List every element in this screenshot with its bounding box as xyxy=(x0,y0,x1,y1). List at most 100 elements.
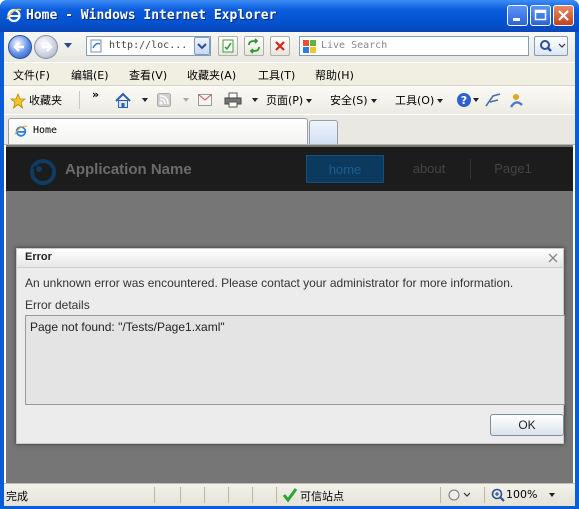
tab-title: Home xyxy=(33,125,58,136)
safety-menu-label: 安全(S) xyxy=(330,94,368,107)
minimize-icon xyxy=(513,18,520,21)
help-dropdown[interactable] xyxy=(473,98,479,102)
status-divider xyxy=(252,487,253,503)
close-button[interactable] xyxy=(553,5,574,26)
zoom-dropdown[interactable] xyxy=(549,493,555,497)
status-divider xyxy=(440,487,441,503)
error-details-box[interactable]: Page not found: "/Tests/Page1.xaml" xyxy=(25,315,565,405)
status-text: 完成 xyxy=(6,490,28,503)
arrow-left-icon xyxy=(13,42,24,52)
chevron-right-icon[interactable]: » xyxy=(92,88,99,101)
page-icon xyxy=(90,39,102,53)
menu-favorites[interactable]: 收藏夹(A) xyxy=(187,67,236,83)
svg-text:?: ? xyxy=(461,94,467,107)
dialog-title: Error xyxy=(25,251,52,263)
close-icon[interactable] xyxy=(547,252,559,264)
stop-icon xyxy=(275,41,285,51)
compatibility-icon xyxy=(222,39,234,53)
mail-icon[interactable] xyxy=(198,94,212,106)
arrow-right-icon xyxy=(42,42,53,52)
safety-menu-button[interactable]: 安全(S) xyxy=(330,92,377,108)
refresh-icon xyxy=(248,38,260,54)
app-logo-icon xyxy=(30,159,56,185)
title-bar[interactable]: Home - Windows Internet Explorer xyxy=(0,0,579,32)
new-tab-button[interactable] xyxy=(309,120,338,144)
recent-pages-dropdown[interactable] xyxy=(64,43,72,48)
browser-window: Home - Windows Internet Explorer http://… xyxy=(0,0,579,509)
command-bar: 收藏夹 » 页面(P) 安全(S) 工具(O) ? xyxy=(4,86,575,114)
security-zone[interactable]: 可信站点 xyxy=(300,488,344,504)
windows-logo-icon xyxy=(303,40,316,53)
status-divider xyxy=(154,487,155,503)
search-field[interactable]: Live Search xyxy=(299,36,529,56)
error-message: An unknown error was encountered. Please… xyxy=(25,276,514,290)
menu-bar: 文件(F) 编辑(E) 查看(V) 收藏夹(A) 工具(T) 帮助(H) xyxy=(4,63,575,86)
back-button[interactable] xyxy=(8,35,32,59)
tools-menu-label: 工具(O) xyxy=(395,94,435,107)
status-divider xyxy=(276,487,277,503)
error-dialog: Error An unknown error was encountered. … xyxy=(16,248,565,444)
status-divider xyxy=(180,487,181,503)
toolbar-separator xyxy=(79,91,80,109)
window-title: Home - Windows Internet Explorer xyxy=(26,8,277,23)
home-dropdown[interactable] xyxy=(142,98,148,102)
forward-button[interactable] xyxy=(34,35,58,59)
zoom-level[interactable]: 100% xyxy=(506,488,537,501)
error-details-text: Page not found: "/Tests/Page1.xaml" xyxy=(30,320,225,334)
page-menu-label: 页面(P) xyxy=(266,94,304,107)
stop-button[interactable] xyxy=(270,36,290,56)
address-text: http://loc... xyxy=(109,40,188,51)
home-icon[interactable] xyxy=(114,92,132,109)
maximize-button[interactable] xyxy=(530,5,551,26)
maximize-icon xyxy=(534,9,547,21)
tools-menu-button[interactable]: 工具(O) xyxy=(395,92,444,108)
zoom-icon[interactable] xyxy=(491,488,505,502)
browser-client: http://loc... Live Search 文件(F) 编辑(E) 查看… xyxy=(4,32,575,506)
search-icon xyxy=(540,40,566,52)
tab-home[interactable]: Home xyxy=(8,118,308,144)
page-content: Application Name home about Page1 Error … xyxy=(6,145,573,483)
error-details-label: Error details xyxy=(25,298,90,312)
menu-edit[interactable]: 编辑(E) xyxy=(71,67,109,83)
favorites-button[interactable]: 收藏夹 xyxy=(29,92,62,108)
ie-page-icon xyxy=(14,125,28,137)
menu-view[interactable]: 查看(V) xyxy=(129,67,167,83)
ok-button[interactable]: OK xyxy=(490,414,564,436)
feeds-icon[interactable] xyxy=(157,93,171,107)
status-bar: 完成 可信站点 100% xyxy=(4,483,575,506)
status-divider xyxy=(204,487,205,503)
menu-tools[interactable]: 工具(T) xyxy=(258,67,295,83)
checkmark-icon xyxy=(282,488,298,503)
status-divider xyxy=(484,487,485,503)
nav-about[interactable]: about xyxy=(390,155,468,183)
protected-mode-icon[interactable] xyxy=(448,488,470,502)
favorites-star-icon xyxy=(10,93,26,109)
ie-logo-icon xyxy=(6,8,22,23)
close-icon xyxy=(558,10,569,21)
app-header: Application Name home about Page1 xyxy=(6,147,573,191)
app-name: Application Name xyxy=(65,161,192,178)
nav-home[interactable]: home xyxy=(306,155,384,183)
address-dropdown[interactable] xyxy=(194,37,210,55)
print-dropdown[interactable] xyxy=(252,98,258,102)
address-toolbar: http://loc... Live Search xyxy=(4,32,575,62)
nav-page1[interactable]: Page1 xyxy=(474,155,552,183)
menu-help[interactable]: 帮助(H) xyxy=(315,67,354,83)
compatibility-button[interactable] xyxy=(218,36,238,56)
nav-divider xyxy=(470,159,471,179)
dialog-header: Error xyxy=(17,249,563,268)
tab-strip: Home xyxy=(4,115,575,145)
help-icon[interactable]: ? xyxy=(456,92,472,108)
messenger-icon[interactable] xyxy=(508,91,526,109)
print-icon[interactable] xyxy=(224,92,242,108)
search-button[interactable] xyxy=(534,36,568,56)
research-icon[interactable] xyxy=(484,92,502,108)
feeds-dropdown[interactable] xyxy=(183,98,189,102)
minimize-button[interactable] xyxy=(507,5,528,26)
page-menu-button[interactable]: 页面(P) xyxy=(266,92,313,108)
refresh-button[interactable] xyxy=(244,36,264,56)
menu-file[interactable]: 文件(F) xyxy=(13,67,50,83)
address-field[interactable]: http://loc... xyxy=(86,36,211,56)
status-divider xyxy=(228,487,229,503)
chevron-down-icon xyxy=(197,43,207,50)
